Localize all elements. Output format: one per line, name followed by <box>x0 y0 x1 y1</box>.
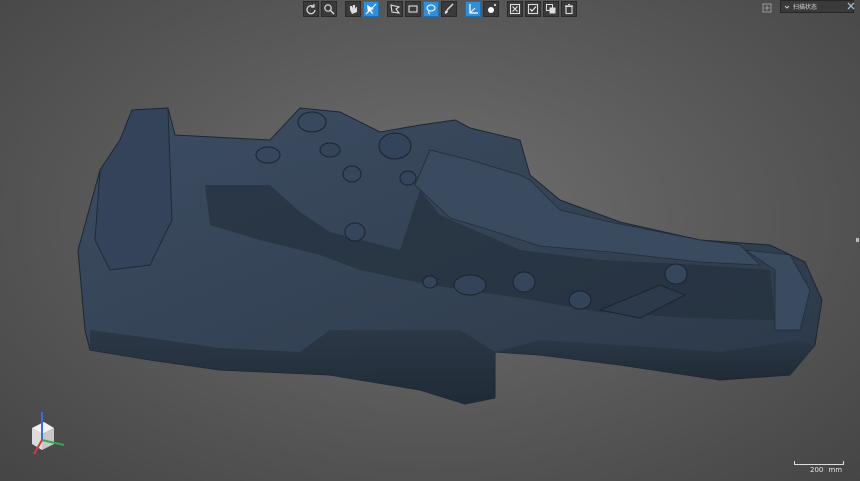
scale-bar <box>794 461 844 465</box>
scanned-mesh-model[interactable] <box>0 0 860 481</box>
mesh-object <box>512 271 536 293</box>
mesh-object <box>319 142 341 158</box>
orientation-gizmo[interactable] <box>18 410 68 460</box>
mesh-object <box>378 132 412 160</box>
scale-unit: mm <box>828 466 843 474</box>
scale-indicator: 200 mm <box>794 459 846 475</box>
mesh-object <box>568 290 592 310</box>
mesh-object <box>664 263 688 285</box>
mesh-object <box>255 146 281 164</box>
mesh-object <box>344 222 366 242</box>
mesh-object <box>342 165 362 183</box>
mesh-object <box>399 170 417 186</box>
mesh-object <box>422 275 438 289</box>
mesh-object <box>297 111 327 133</box>
side-handle[interactable] <box>856 238 859 242</box>
scale-value: 200 <box>810 466 824 474</box>
scale-label: 200 mm <box>810 466 847 474</box>
mesh-object <box>453 274 487 296</box>
